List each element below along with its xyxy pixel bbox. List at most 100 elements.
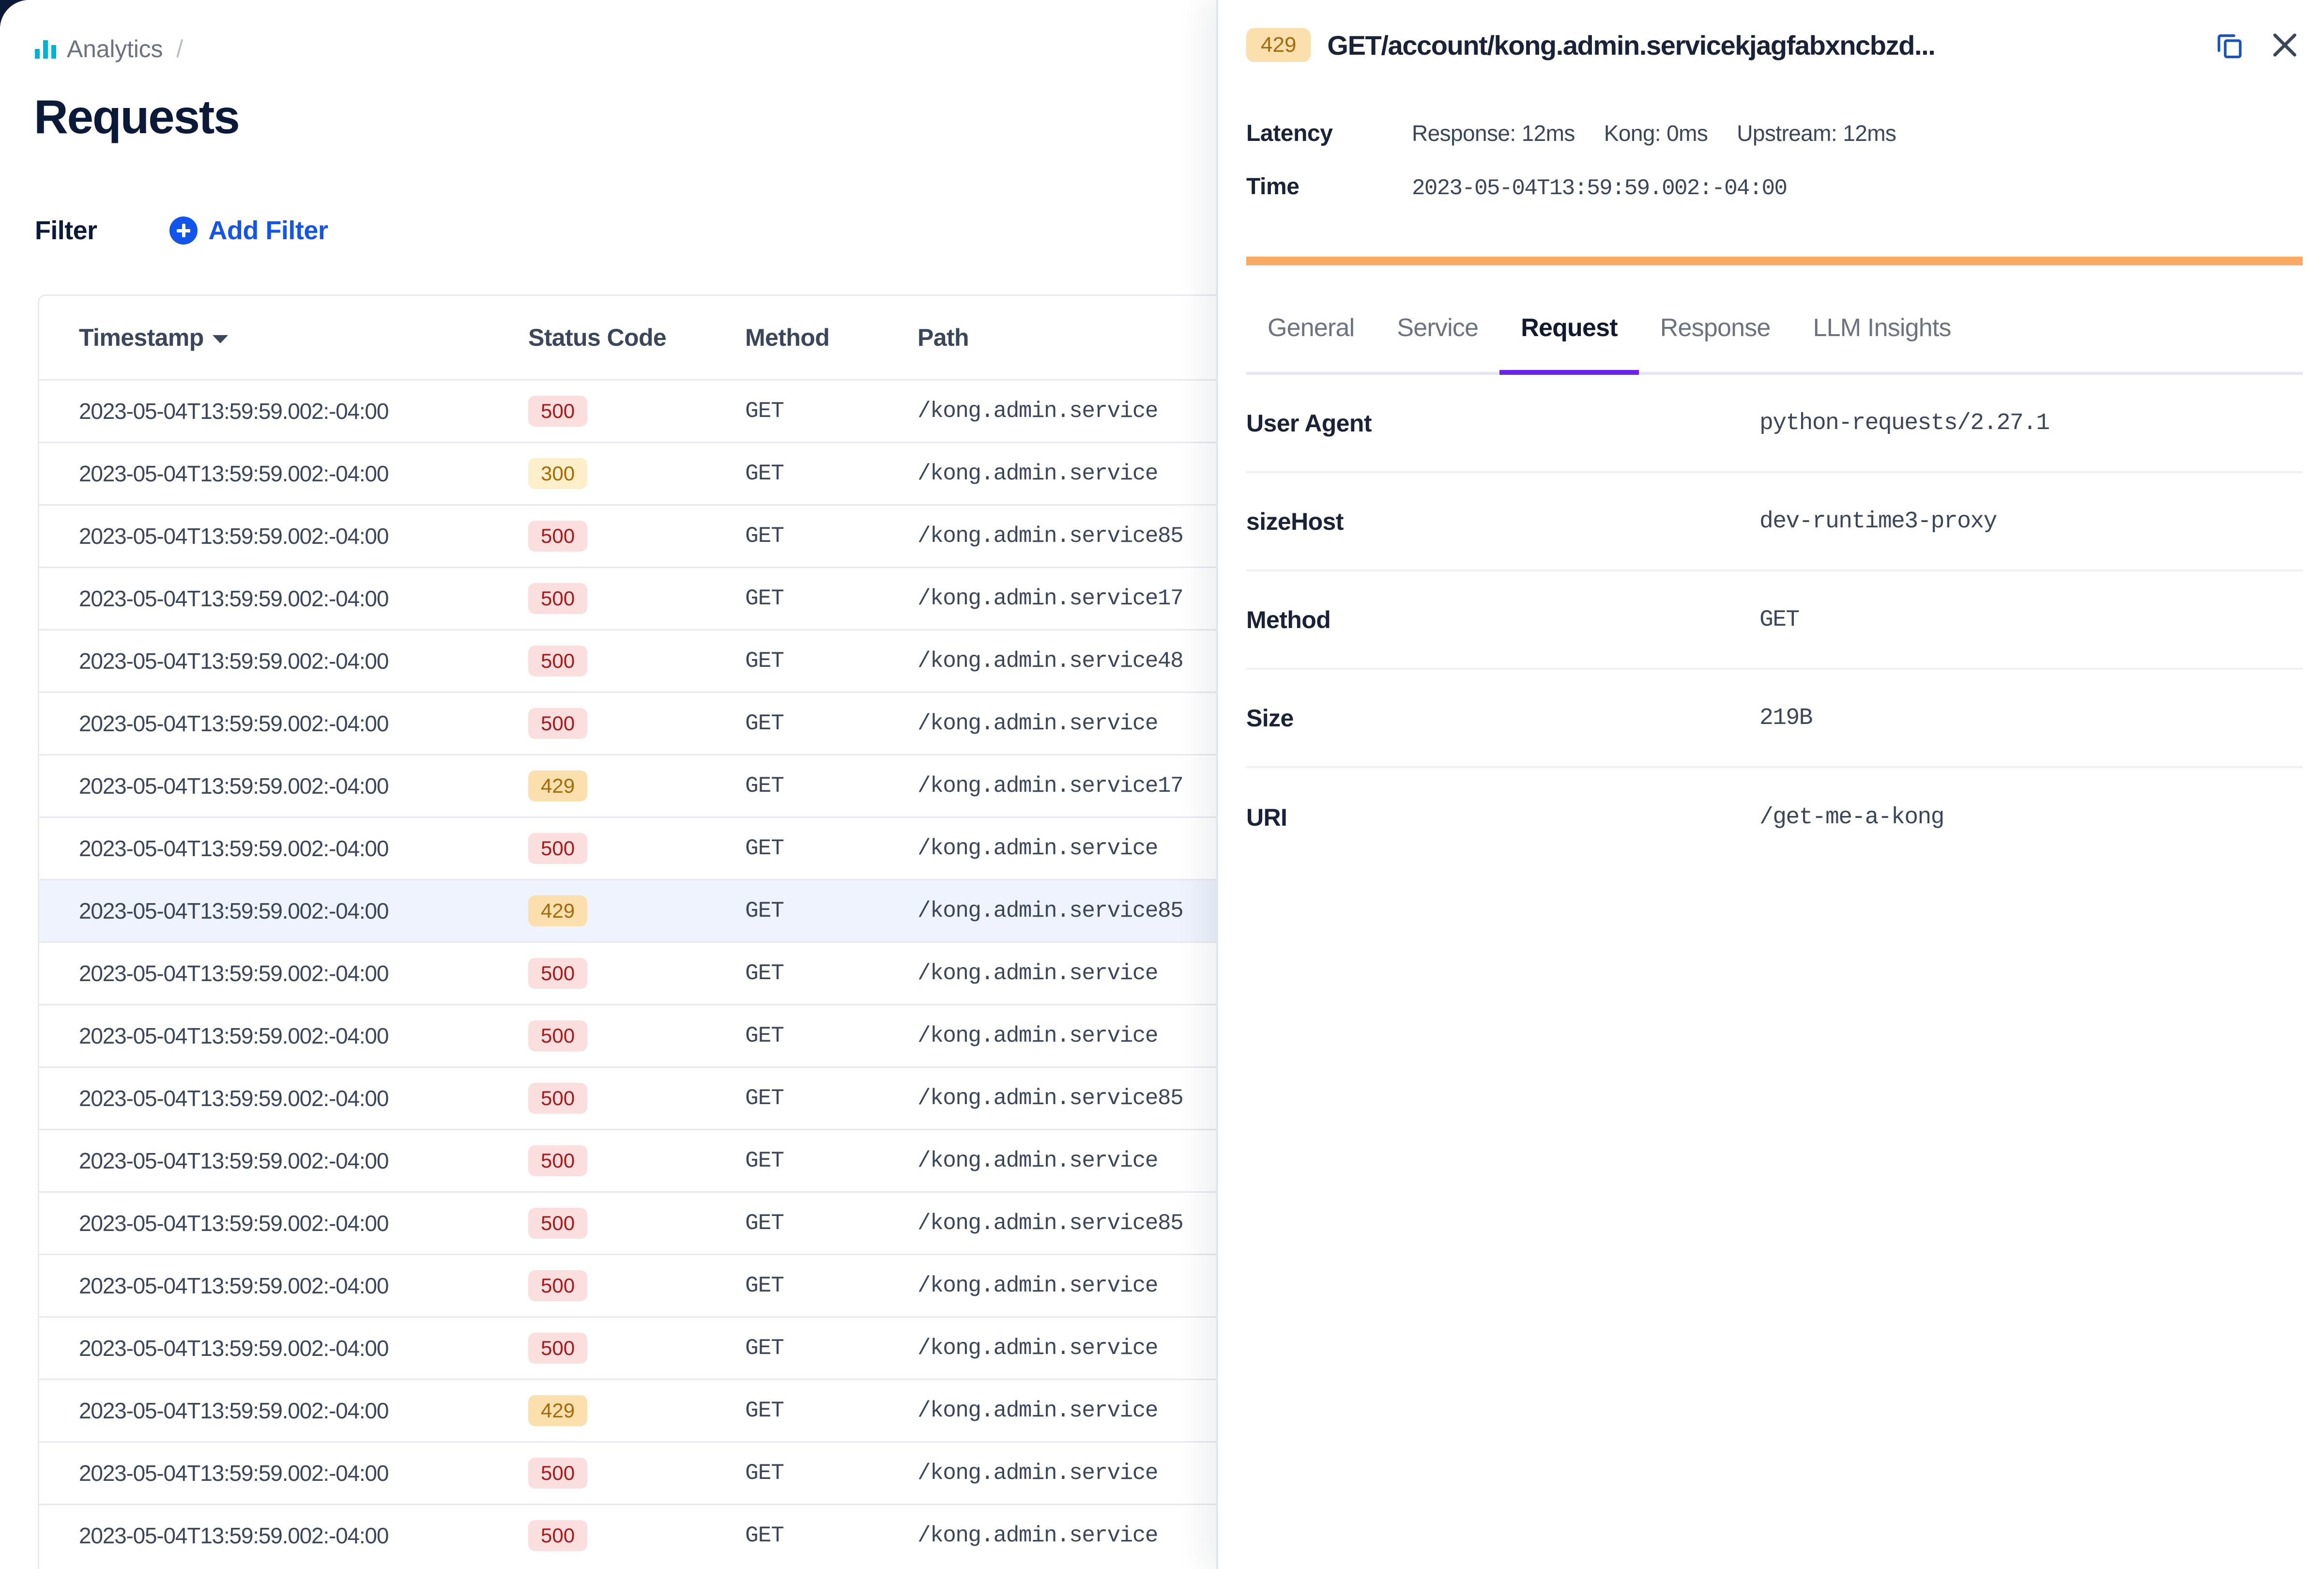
table-row[interactable]: 2023-05-04T13:59:59.002:-04:00 500 GET/kon… — [39, 629, 1239, 692]
cell-timestamp: 2023-05-04T13:59:59.002:-04:00 — [79, 711, 389, 736]
table-row[interactable]: 2023-05-04T13:59:59.002:-04:00 500 GET/kon… — [39, 567, 1239, 629]
cell-path: /kong.admin.service — [917, 1523, 1159, 1548]
cell-path: /kong.admin.service — [917, 961, 1159, 986]
cell-path: /kong.admin.service85 — [917, 1211, 1184, 1236]
status-badge: 500 — [528, 1083, 588, 1114]
cell-path: /kong.admin.service17 — [917, 586, 1184, 611]
table-row[interactable]: 2023-05-04T13:59:59.002:-04:00 500 GET/kon… — [39, 1129, 1239, 1191]
table-row[interactable]: 2023-05-04T13:59:59.002:-04:00 500 GET/kon… — [39, 1066, 1239, 1129]
table-row[interactable]: 2023-05-04T13:59:59.002:-04:00 500 GET/kon… — [39, 1254, 1239, 1316]
status-badge: 500 — [528, 833, 588, 864]
status-badge: 500 — [528, 583, 588, 614]
chevron-down-icon — [212, 335, 228, 343]
status-badge: 500 — [528, 396, 588, 427]
page-title: Requests — [34, 90, 240, 143]
cell-method: GET — [745, 1211, 784, 1236]
tab-request[interactable]: Request — [1499, 284, 1639, 375]
status-badge: 500 — [528, 958, 588, 989]
status-badge: 500 — [528, 1145, 588, 1176]
cell-timestamp: 2023-05-04T13:59:59.002:-04:00 — [79, 1461, 389, 1486]
detail-key: sizeHost — [1246, 508, 1344, 535]
table-row[interactable]: 2023-05-04T13:59:59.002:-04:00 500 GET/kon… — [39, 816, 1239, 879]
latency-row: Latency Response: 12ms Kong: 0ms Upstrea… — [1246, 120, 1896, 147]
cell-method: GET — [745, 773, 784, 799]
column-header-status-code[interactable]: Status Code — [528, 323, 745, 352]
status-badge: 500 — [528, 708, 588, 739]
filter-bar: Filter Add Filter — [35, 213, 328, 248]
status-badge: 429 — [1246, 28, 1311, 62]
filter-label: Filter — [35, 216, 97, 245]
table-row[interactable]: 2023-05-04T13:59:59.002:-04:00 500 GET/kon… — [39, 941, 1239, 1004]
add-filter-button[interactable]: Add Filter — [169, 215, 328, 246]
close-icon[interactable] — [2268, 28, 2302, 62]
table-row[interactable]: 2023-05-04T13:59:59.002:-04:00 500 GET/kon… — [39, 1504, 1239, 1566]
cell-timestamp: 2023-05-04T13:59:59.002:-04:00 — [79, 399, 389, 424]
detail-value: 219B — [1759, 705, 1813, 731]
panel-title-row: 429 GET/account/kong.admin.servicekjagfa… — [1246, 28, 2302, 62]
status-badge: 429 — [528, 1395, 588, 1426]
detail-key: User Agent — [1246, 409, 1372, 437]
cell-status-code: 429 — [528, 770, 745, 801]
cell-method: GET — [745, 1023, 784, 1048]
cell-method: GET — [745, 461, 784, 486]
table-row[interactable]: 2023-05-04T13:59:59.002:-04:00 500 GET/kon… — [39, 504, 1239, 567]
latency-upstream: Upstream: 12ms — [1737, 121, 1896, 146]
cell-path: /kong.admin.service — [917, 461, 1159, 486]
cell-status-code: 500 — [528, 583, 745, 614]
tab-general[interactable]: General — [1246, 284, 1376, 372]
status-badge: 500 — [528, 1208, 588, 1239]
column-header-method[interactable]: Method — [745, 323, 917, 352]
table-row[interactable]: 2023-05-04T13:59:59.002:-04:00 500 GET/kon… — [39, 379, 1239, 442]
status-badge: 500 — [528, 1020, 588, 1051]
status-badge: 500 — [528, 646, 588, 677]
cell-method: GET — [745, 523, 784, 549]
table-row[interactable]: 2023-05-04T13:59:59.002:-04:00 429 GET/kon… — [39, 754, 1239, 816]
detail-key: Size — [1246, 704, 1294, 732]
cell-status-code: 429 — [528, 1395, 745, 1426]
table-row[interactable]: 2023-05-04T13:59:59.002:-04:00 500 GET/kon… — [39, 1004, 1239, 1066]
cell-path: /kong.admin.service — [917, 711, 1159, 736]
breadcrumb-link-analytics[interactable]: Analytics — [67, 35, 163, 63]
table-row[interactable]: 2023-05-04T13:59:59.002:-04:00 429 GET/kon… — [39, 1379, 1239, 1441]
table-row[interactable]: 2023-05-04T13:59:59.002:-04:00 500 GET/kon… — [39, 1191, 1239, 1254]
cell-timestamp: 2023-05-04T13:59:59.002:-04:00 — [79, 1023, 389, 1048]
tab-response[interactable]: Response — [1639, 284, 1792, 372]
table-row[interactable]: 2023-05-04T13:59:59.002:-04:00 429 GET/kon… — [39, 879, 1239, 941]
column-header-path[interactable]: Path — [917, 323, 1239, 352]
cell-timestamp: 2023-05-04T13:59:59.002:-04:00 — [79, 1148, 389, 1173]
cell-method: GET — [745, 1461, 784, 1486]
cell-timestamp: 2023-05-04T13:59:59.002:-04:00 — [79, 1523, 389, 1548]
copy-icon[interactable] — [2215, 30, 2245, 60]
cell-path: /kong.admin.service — [917, 1023, 1159, 1048]
column-header-timestamp[interactable]: Timestamp — [79, 323, 528, 352]
table-row[interactable]: 2023-05-04T13:59:59.002:-04:00 300 GET/kon… — [39, 442, 1239, 504]
cell-status-code: 500 — [528, 646, 745, 677]
breadcrumb-separator: / — [176, 35, 183, 62]
table-row[interactable]: 2023-05-04T13:59:59.002:-04:00 500 GET/kon… — [39, 692, 1239, 754]
cell-status-code: 500 — [528, 833, 745, 864]
latency-kong: Kong: 0ms — [1604, 121, 1708, 146]
cell-status-code: 429 — [528, 895, 745, 926]
cell-method: GET — [745, 711, 784, 736]
cell-method: GET — [745, 961, 784, 986]
cell-method: GET — [745, 399, 784, 424]
cell-status-code: 300 — [528, 458, 745, 489]
cell-status-code: 500 — [528, 1083, 745, 1114]
cell-status-code: 500 — [528, 1520, 745, 1551]
status-badge: 300 — [528, 458, 588, 489]
time-value: 2023-05-04T13:59:59.002:-04:00 — [1412, 176, 1788, 201]
cell-status-code: 500 — [528, 1458, 745, 1489]
column-header-timestamp-label: Timestamp — [79, 324, 204, 351]
detail-row: User Agent python-requests/2.27.1 — [1246, 375, 2303, 473]
cell-timestamp: 2023-05-04T13:59:59.002:-04:00 — [79, 1336, 389, 1361]
table-row[interactable]: 2023-05-04T13:59:59.002:-04:00 500 GET/kon… — [39, 1441, 1239, 1504]
cell-timestamp: 2023-05-04T13:59:59.002:-04:00 — [79, 648, 389, 674]
status-badge: 500 — [528, 521, 588, 552]
detail-value: python-requests/2.27.1 — [1759, 410, 2050, 436]
cell-status-code: 500 — [528, 1145, 745, 1176]
tab-llm-insights[interactable]: LLM Insights — [1792, 284, 1972, 372]
status-badge: 500 — [528, 1458, 588, 1489]
tab-service[interactable]: Service — [1376, 284, 1499, 372]
table-row[interactable]: 2023-05-04T13:59:59.002:-04:00 500 GET/kon… — [39, 1316, 1239, 1379]
detail-row: Method GET — [1246, 571, 2303, 670]
